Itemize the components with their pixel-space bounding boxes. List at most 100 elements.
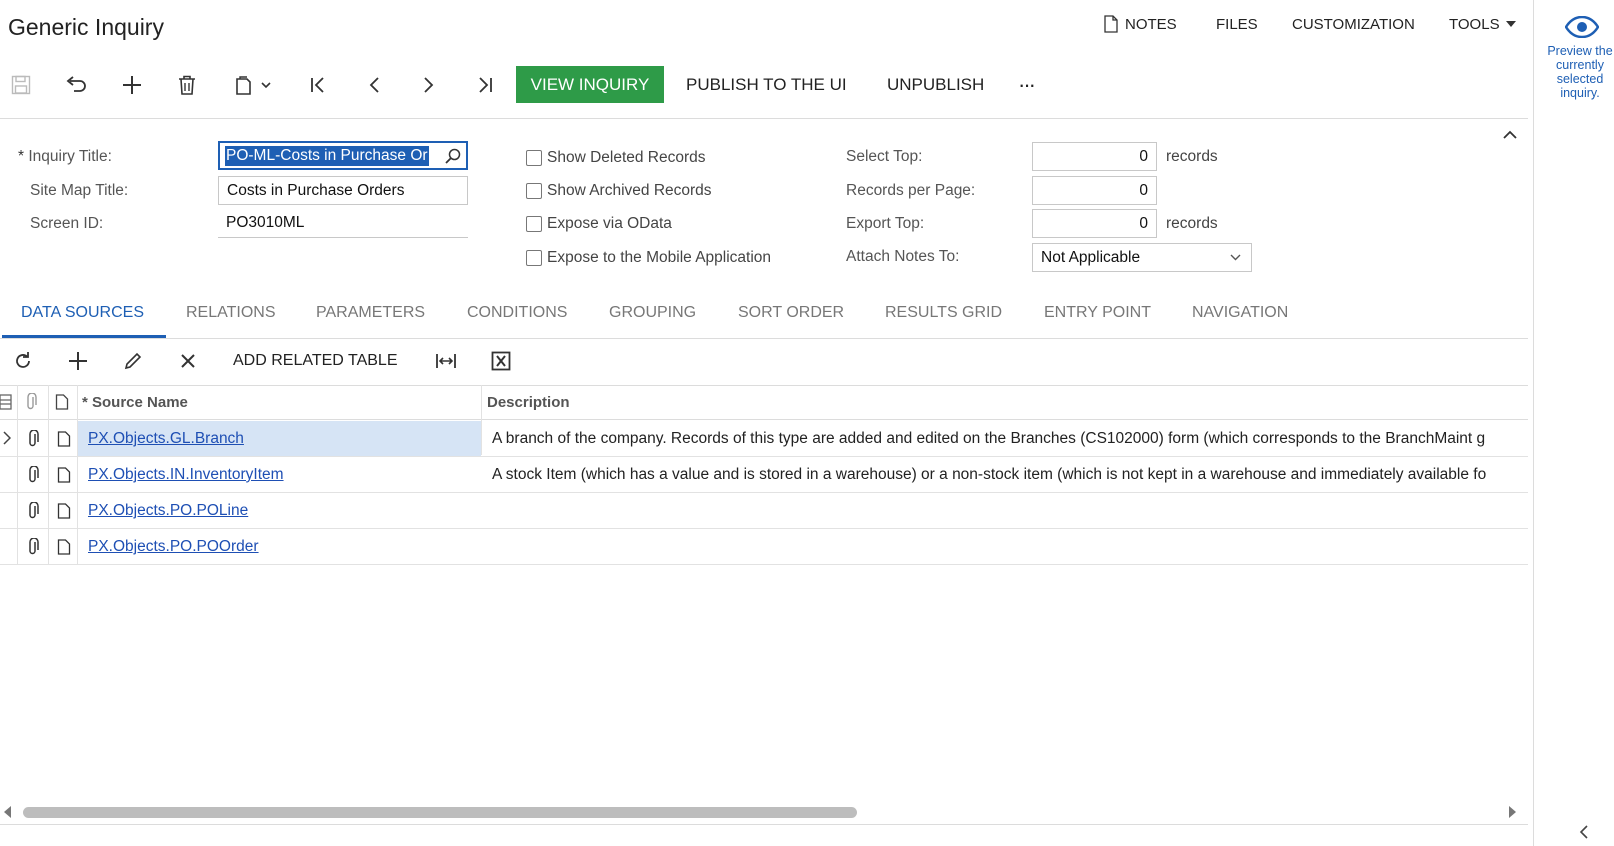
close-icon [180,353,196,369]
undo-icon [65,76,87,94]
note-icon[interactable] [57,539,71,555]
refresh-button[interactable] [5,346,41,376]
files-menu[interactable]: FILES [1216,14,1258,34]
expose-odata-checkbox[interactable]: Expose via OData [526,215,672,233]
first-record-button[interactable] [301,70,337,100]
table-row[interactable]: PX.Objects.GL.Branch A branch of the com… [0,421,1528,457]
records-per-page-field[interactable]: 0 [1032,176,1157,205]
generic-inquiry-screen: Generic Inquiry NOTES FILES CUSTOMIZATIO… [0,0,1614,846]
screen-id-field[interactable]: PO3010ML [218,209,468,238]
screen-id-label: Screen ID: [30,215,104,232]
publish-to-ui-button[interactable]: PUBLISH TO THE UI [686,70,847,100]
save-icon [11,75,31,95]
source-name-cell[interactable]: PX.Objects.IN.InventoryItem [88,466,284,484]
export-top-field[interactable]: 0 [1032,209,1157,238]
undo-button[interactable] [58,70,94,100]
show-deleted-records-checkbox[interactable]: Show Deleted Records [526,149,706,167]
next-record-button[interactable] [411,70,447,100]
scroll-left-arrow-icon[interactable] [4,806,12,818]
paperclip-icon[interactable] [27,538,39,556]
notes-label: NOTES [1125,15,1177,33]
attach-notes-value: Not Applicable [1041,248,1141,266]
source-name-cell[interactable]: PX.Objects.GL.Branch [88,430,244,448]
note-column-icon [55,394,69,410]
source-name-cell[interactable]: PX.Objects.PO.POOrder [88,538,259,556]
copy-paste-button[interactable] [224,70,280,100]
tab-grouping[interactable]: GROUPING [609,304,696,322]
inquiry-title-field[interactable]: PO-ML-Costs in Purchase Or [218,141,468,170]
paperclip-icon[interactable] [27,502,39,520]
save-button[interactable] [3,70,39,100]
checkbox-box[interactable] [526,250,542,266]
excel-icon [491,351,511,371]
select-top-field[interactable]: 0 [1032,142,1157,171]
horizontal-scrollbar-thumb[interactable] [23,807,857,818]
paperclip-icon[interactable] [27,430,39,448]
customization-menu[interactable]: CUSTOMIZATION [1292,14,1415,34]
tab-data-sources[interactable]: DATA SOURCES [21,304,144,322]
show-archived-records-checkbox[interactable]: Show Archived Records [526,182,712,200]
search-icon[interactable] [445,148,461,164]
previous-record-button[interactable] [356,70,392,100]
inquiry-title-label: * Inquiry Title: [18,148,112,165]
grid-header [0,385,1528,420]
checkbox-box[interactable] [526,183,542,199]
add-button[interactable] [114,70,150,100]
notes-menu[interactable]: NOTES [1103,14,1177,34]
tab-parameters[interactable]: PARAMETERS [316,304,425,322]
note-icon[interactable] [57,467,71,483]
column-settings-icon[interactable] [0,394,12,410]
last-record-button[interactable] [466,70,502,100]
expose-odata-label: Expose via OData [547,215,672,232]
trash-icon [178,75,196,95]
note-icon[interactable] [57,503,71,519]
preview-inquiry-text[interactable]: Preview the currently selected inquiry. [1542,44,1614,100]
show-archived-label: Show Archived Records [547,182,712,199]
description-column-header[interactable]: Description [487,394,570,411]
tab-sort-order[interactable]: SORT ORDER [738,304,844,322]
checkbox-box[interactable] [526,150,542,166]
more-actions-button[interactable]: ··· [1018,70,1036,100]
fit-columns-button[interactable] [428,346,464,376]
table-row[interactable]: PX.Objects.IN.InventoryItem A stock Item… [0,457,1528,493]
delete-button[interactable] [169,70,205,100]
eye-icon[interactable] [1565,16,1599,38]
source-name-column-header[interactable]: * Source Name [82,394,188,411]
expose-mobile-label: Expose to the Mobile Application [547,249,772,266]
checkbox-box[interactable] [526,216,542,232]
tools-menu[interactable]: TOOLS [1449,14,1516,34]
delete-row-button[interactable] [170,346,206,376]
site-map-title-field[interactable]: Costs in Purchase Orders [218,176,468,205]
note-icon[interactable] [57,431,71,447]
description-cell: A branch of the company. Records of this… [492,430,1486,447]
pencil-icon [123,351,143,371]
add-row-button[interactable] [60,346,96,376]
tab-relations[interactable]: RELATIONS [186,304,276,322]
tab-results-grid[interactable]: RESULTS GRID [885,304,1002,322]
export-top-unit: records [1166,215,1218,232]
paperclip-icon[interactable] [27,466,39,484]
collapse-form-icon[interactable] [1503,130,1517,139]
tabs-divider [0,338,1528,339]
expose-mobile-checkbox[interactable]: Expose to the Mobile Application [526,249,771,267]
tab-entry-point[interactable]: ENTRY POINT [1044,304,1151,322]
tab-navigation[interactable]: NAVIGATION [1192,304,1288,322]
description-cell: A stock Item (which has a value and is s… [492,466,1487,483]
table-row[interactable]: PX.Objects.PO.POOrder [0,529,1528,565]
table-row[interactable]: PX.Objects.PO.POLine [0,493,1528,529]
scroll-right-arrow-icon[interactable] [1508,806,1516,818]
add-related-table-button[interactable]: ADD RELATED TABLE [233,346,398,376]
attach-notes-select[interactable]: Not Applicable [1032,243,1252,272]
chevron-right-icon [423,76,435,94]
bottom-divider [0,824,1528,825]
edit-row-button[interactable] [115,346,151,376]
unpublish-button[interactable]: UNPUBLISH [887,70,984,100]
plus-icon [122,75,142,95]
export-excel-button[interactable] [483,346,519,376]
tab-conditions[interactable]: CONDITIONS [467,304,567,322]
source-name-cell[interactable]: PX.Objects.PO.POLine [88,502,248,520]
export-top-label: Export Top: [846,215,925,232]
view-inquiry-button[interactable]: VIEW INQUIRY [516,66,664,103]
collapse-panel-icon[interactable] [1579,825,1589,839]
note-icon [1103,15,1119,33]
